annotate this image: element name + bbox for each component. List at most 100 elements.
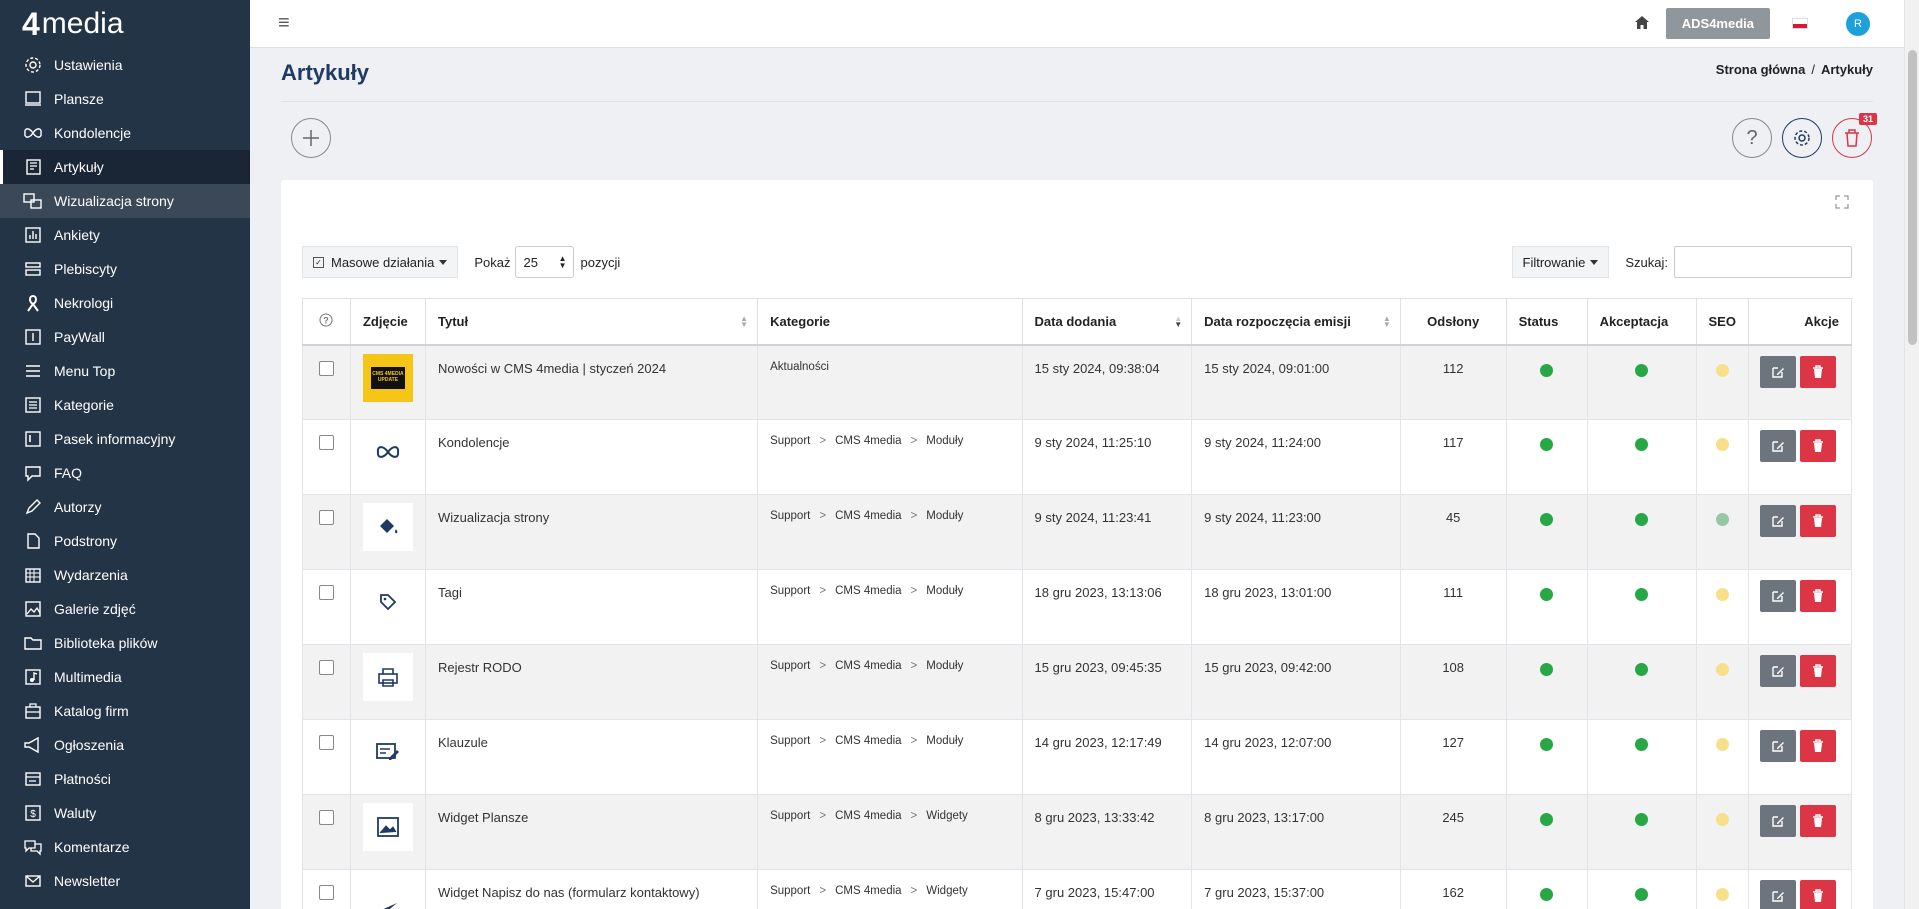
status-indicator[interactable] [1540, 513, 1554, 526]
status-indicator[interactable] [1540, 888, 1554, 901]
article-title[interactable]: Rejestr RODO [438, 660, 522, 675]
page-scrollbar[interactable] [1904, 0, 1919, 909]
row-checkbox[interactable] [319, 810, 334, 825]
title-cell[interactable]: Kondolencje [424, 419, 759, 495]
delete-button[interactable] [1799, 505, 1836, 537]
header-date-added[interactable]: Data dodania ▲ ▼ [1021, 298, 1193, 346]
row-checkbox[interactable] [319, 510, 334, 525]
edit-button[interactable] [1759, 805, 1796, 837]
category-link[interactable]: Support [770, 810, 810, 822]
sidebar-item-multimedia[interactable]: Multimedia [0, 660, 250, 694]
home-icon[interactable] [1634, 15, 1650, 33]
edit-button[interactable] [1759, 355, 1796, 388]
delete-button[interactable] [1799, 430, 1836, 462]
sidebar-item-paywall[interactable]: PayWall [0, 320, 250, 354]
title-cell[interactable]: Wizualizacja strony [424, 494, 759, 570]
sidebar-item-faq[interactable]: FAQ [0, 456, 250, 490]
title-cell[interactable]: Klauzule [424, 719, 759, 795]
add-article-button[interactable] [291, 118, 331, 158]
search-input[interactable] [1674, 246, 1852, 278]
edit-button[interactable] [1759, 430, 1796, 462]
table-row[interactable]: Tagi Support > CMS 4media > Moduły 18 gru 20… [302, 569, 1853, 645]
sidebar-item-waluty[interactable]: $ Waluty [0, 796, 250, 830]
table-row[interactable]: Widget Napisz do nas (formularz kontakto… [302, 869, 1853, 909]
row-checkbox[interactable] [319, 885, 334, 900]
table-row[interactable]: CMS 4MEDIA UPDATE Nowości w CMS 4media | … [302, 344, 1853, 420]
category-link[interactable]: Support [770, 510, 810, 522]
title-cell[interactable]: Nowości w CMS 4media | styczeń 2024 [424, 344, 759, 420]
category-link[interactable]: Moduły [926, 585, 963, 597]
sidebar-item-wydarzenia[interactable]: Wydarzenia [0, 558, 250, 592]
category-link[interactable]: CMS 4media [835, 735, 901, 747]
filter-dropdown[interactable]: Filtrowanie [1511, 246, 1610, 278]
category-link[interactable]: Moduły [926, 660, 963, 672]
category-link[interactable]: CMS 4media [835, 435, 901, 447]
acceptance-indicator[interactable] [1635, 513, 1649, 526]
ads4media-button[interactable]: ADS4media [1665, 8, 1770, 39]
sidebar-item-ustawienia[interactable]: Ustawienia [0, 48, 250, 82]
edit-button[interactable] [1759, 655, 1796, 687]
brand-logo[interactable]: 4 media [0, 0, 250, 48]
row-checkbox[interactable] [319, 735, 334, 750]
category-link[interactable]: Support [770, 435, 810, 447]
row-checkbox[interactable] [319, 435, 334, 450]
edit-button[interactable] [1759, 505, 1796, 537]
acceptance-indicator[interactable] [1635, 663, 1649, 676]
status-indicator[interactable] [1540, 813, 1554, 826]
article-title[interactable]: Wizualizacja strony [438, 510, 549, 525]
row-checkbox[interactable] [319, 360, 334, 376]
title-cell[interactable]: Rejestr RODO [424, 644, 759, 720]
delete-button[interactable] [1799, 880, 1836, 909]
table-row[interactable]: Wizualizacja strony Support > CMS 4media > M… [302, 494, 1853, 570]
sidebar-item-plansze[interactable]: Plansze [0, 82, 250, 116]
status-indicator[interactable] [1540, 588, 1554, 601]
acceptance-indicator[interactable] [1635, 738, 1649, 751]
hamburger-menu-icon[interactable]: ≡ [278, 12, 290, 35]
article-title[interactable]: Tagi [438, 585, 462, 600]
status-indicator[interactable] [1540, 438, 1554, 451]
acceptance-indicator[interactable] [1635, 813, 1649, 826]
acceptance-indicator[interactable] [1635, 438, 1649, 451]
fullscreen-icon[interactable] [1835, 195, 1849, 212]
sidebar-item-pasek-informacyjny[interactable]: Pasek informacyjny [0, 422, 250, 456]
title-cell[interactable]: Widget Plansze [424, 794, 759, 870]
category-link[interactable]: Support [770, 735, 810, 747]
article-title[interactable]: Widget Napisz do nas (formularz kontakto… [438, 885, 700, 900]
sidebar-item-płatności[interactable]: Płatności [0, 762, 250, 796]
sidebar-item-komentarze[interactable]: Komentarze [0, 830, 250, 864]
status-indicator[interactable] [1540, 738, 1554, 751]
sidebar-item-podstrony[interactable]: Podstrony [0, 524, 250, 558]
category-link[interactable]: Support [770, 585, 810, 597]
sidebar-item-autorzy[interactable]: Autorzy [0, 490, 250, 524]
category-link[interactable]: Moduły [926, 735, 963, 747]
language-flag-pl-icon[interactable] [1792, 18, 1808, 29]
title-cell[interactable]: Tagi [424, 569, 759, 645]
sidebar-item-galerie-zdjęć[interactable]: Galerie zdjęć [0, 592, 250, 626]
help-button[interactable]: ? [1732, 118, 1772, 158]
article-title[interactable]: Widget Plansze [438, 810, 528, 825]
delete-button[interactable] [1799, 805, 1836, 837]
delete-button[interactable] [1799, 580, 1836, 612]
category-link[interactable]: Moduły [926, 510, 963, 522]
acceptance-indicator[interactable] [1635, 588, 1649, 601]
header-emission-start[interactable]: Data rozpoczęcia emisji ▲ ▼ [1191, 298, 1401, 346]
sidebar-item-katalog-firm[interactable]: Katalog firm [0, 694, 250, 728]
category-link[interactable]: Support [770, 660, 810, 672]
sidebar-item-nekrologi[interactable]: Nekrologi [0, 286, 250, 320]
article-title[interactable]: Kondolencje [438, 435, 510, 450]
sidebar-item-kondolencje[interactable]: Kondolencje [0, 116, 250, 150]
sidebar-item-biblioteka-plików[interactable]: Biblioteka plików [0, 626, 250, 660]
row-checkbox[interactable] [319, 585, 334, 600]
category-link[interactable]: Widgety [926, 810, 968, 822]
category-link[interactable]: CMS 4media [835, 810, 901, 822]
table-row[interactable]: Kondolencje Support > CMS 4media > Moduły 9 … [302, 419, 1853, 495]
sidebar-item-plebiscyty[interactable]: Plebiscyty [0, 252, 250, 286]
edit-button[interactable] [1759, 880, 1796, 909]
edit-button[interactable] [1759, 580, 1796, 612]
category-link[interactable]: Moduły [926, 435, 963, 447]
article-title[interactable]: Klauzule [438, 735, 488, 750]
delete-button[interactable] [1799, 655, 1836, 687]
category-link[interactable]: CMS 4media [835, 510, 901, 522]
status-indicator[interactable] [1540, 363, 1554, 377]
category-link[interactable]: Support [770, 885, 810, 897]
